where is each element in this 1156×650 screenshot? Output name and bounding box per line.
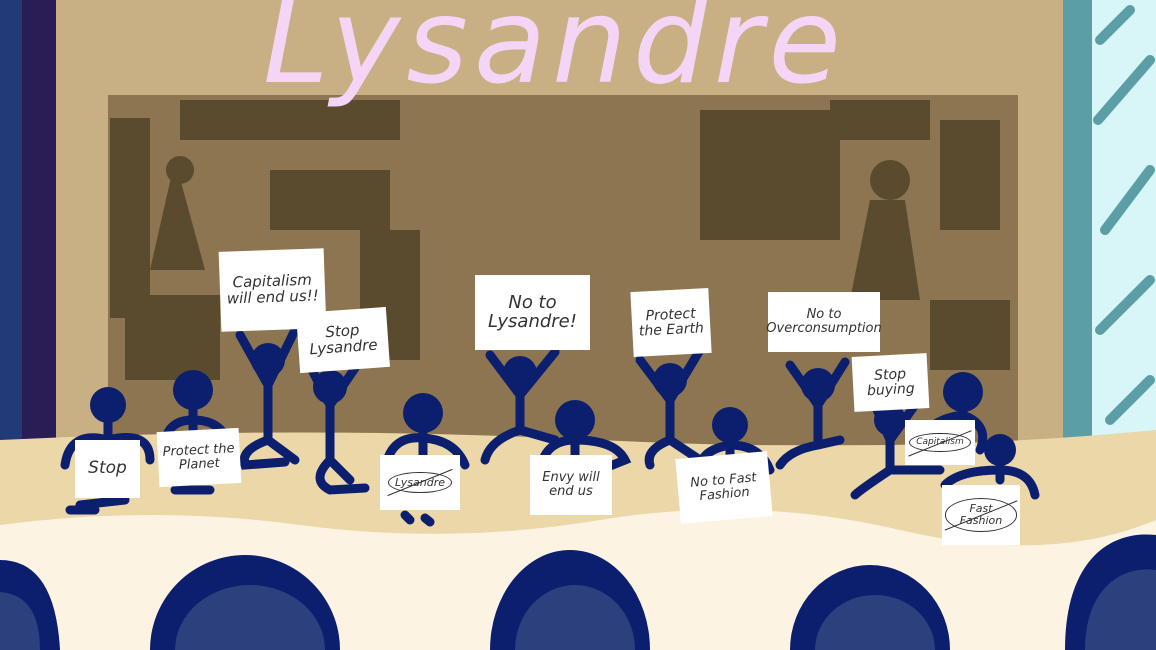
protest-sign: Protect the Planet — [156, 427, 242, 488]
protester-head — [313, 370, 347, 404]
protester-head — [90, 387, 126, 423]
protester-head — [712, 407, 748, 443]
protester-head — [943, 372, 983, 412]
protest-sign: No to Overconsumption — [766, 292, 882, 352]
protester-head — [173, 370, 213, 410]
protest-sign-crossed: Fast Fashion — [942, 485, 1020, 545]
sign-text: Lysandre — [388, 471, 452, 494]
protester-head — [251, 343, 285, 377]
lysandre-title: Lysandre — [263, 0, 847, 110]
protest-sign: Protect the Earth — [630, 288, 712, 357]
protest-sign: No to Lysandre! — [475, 275, 590, 350]
sign-text: Fast Fashion — [945, 498, 1017, 532]
protest-sign: Envy will end us — [530, 455, 612, 515]
protest-sign: No to Fast Fashion — [675, 451, 773, 524]
protester-head — [653, 363, 687, 397]
protester-head — [555, 400, 595, 440]
protest-sign: Stop buying — [851, 353, 930, 412]
protester-head — [403, 393, 443, 433]
sign-text: Capitalism — [909, 432, 971, 453]
protest-sign-crossed: Capitalism — [905, 420, 975, 465]
protest-sign-crossed: Lysandre — [380, 455, 460, 510]
protester-head — [503, 356, 537, 390]
protest-sign: Stop — [75, 440, 140, 498]
protester-head — [984, 434, 1016, 466]
protest-sign: Stop Lysandre — [296, 306, 390, 374]
protester-head — [801, 368, 835, 402]
